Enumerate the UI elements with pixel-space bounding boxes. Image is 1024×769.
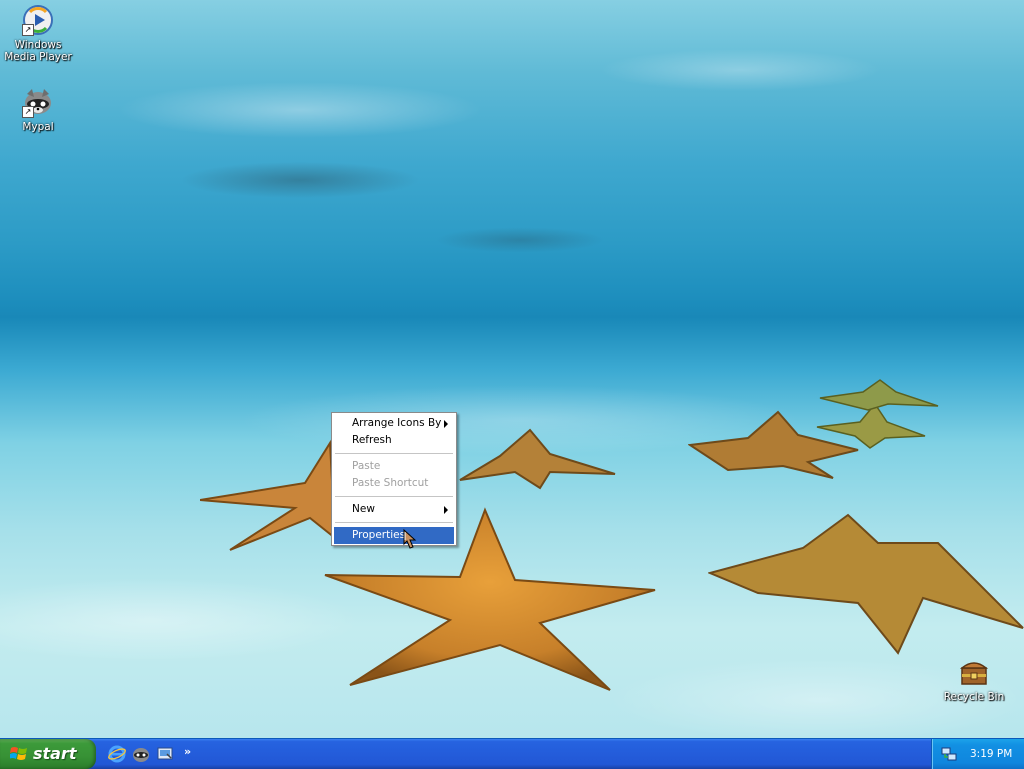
submenu-arrow-icon — [444, 420, 448, 428]
notification-area: 3:19 PM — [931, 739, 1024, 769]
mouse-cursor-icon — [403, 528, 417, 549]
wallpaper-starfish-far-2 — [819, 379, 939, 411]
menu-separator — [335, 496, 453, 497]
menu-item-paste: Paste — [334, 458, 454, 475]
desktop-icon-label: Windows Media Player — [4, 39, 72, 63]
menu-item-label: New — [352, 503, 375, 515]
show-desktop-icon[interactable] — [156, 745, 174, 763]
wallpaper-starfish-middle — [459, 428, 616, 490]
menu-item-label: Paste — [352, 460, 381, 472]
windows-flag-icon — [10, 747, 27, 760]
desktop-icon-mypal[interactable]: ↗ Mypal — [0, 86, 76, 133]
start-label: start — [33, 744, 77, 763]
desktop-context-menu: Arrange Icons By Refresh Paste Paste Sho… — [331, 412, 457, 546]
desktop-icon-windows-media-player[interactable]: ↗ Windows Media Player — [0, 4, 76, 63]
menu-item-new[interactable]: New — [334, 501, 454, 518]
menu-separator — [335, 453, 453, 454]
wallpaper-starfish-left — [200, 439, 337, 551]
menu-item-properties[interactable]: Properties — [334, 527, 454, 544]
submenu-arrow-icon — [444, 506, 448, 514]
shortcut-arrow-icon: ↗ — [22, 106, 34, 118]
wallpaper-starfish-bottom-right — [708, 513, 1024, 655]
taskbar: start » 3:19 PM — [0, 738, 1024, 769]
start-button[interactable]: start — [0, 739, 96, 769]
recycle-bin-icon — [958, 656, 990, 688]
desktop-icon-label: Recycle Bin — [943, 691, 1005, 703]
internet-explorer-icon[interactable] — [108, 745, 126, 763]
network-icon[interactable] — [941, 746, 957, 762]
desktop-icon-label: Mypal — [22, 121, 54, 133]
quick-launch-overflow-button[interactable]: » — [184, 745, 191, 758]
windows-media-player-icon: ↗ — [22, 4, 54, 36]
menu-item-refresh[interactable]: Refresh — [334, 432, 454, 449]
menu-item-label: Properties — [352, 529, 406, 541]
shortcut-arrow-icon: ↗ — [22, 24, 34, 36]
menu-item-paste-shortcut: Paste Shortcut — [334, 475, 454, 492]
menu-item-label: Refresh — [352, 434, 392, 446]
menu-item-label: Paste Shortcut — [352, 477, 429, 489]
menu-separator — [335, 522, 453, 523]
desktop-icon-recycle-bin[interactable]: Recycle Bin — [936, 656, 1012, 703]
system-clock[interactable]: 3:19 PM — [970, 739, 1012, 769]
menu-item-label: Arrange Icons By — [352, 417, 442, 429]
desktop-background[interactable]: ↗ Windows Media Player ↗ Mypal Recycle B… — [0, 0, 1024, 738]
mypal-raccoon-icon: ↗ — [22, 86, 54, 118]
mypal-icon[interactable] — [132, 745, 150, 763]
menu-item-arrange-icons-by[interactable]: Arrange Icons By — [334, 415, 454, 432]
